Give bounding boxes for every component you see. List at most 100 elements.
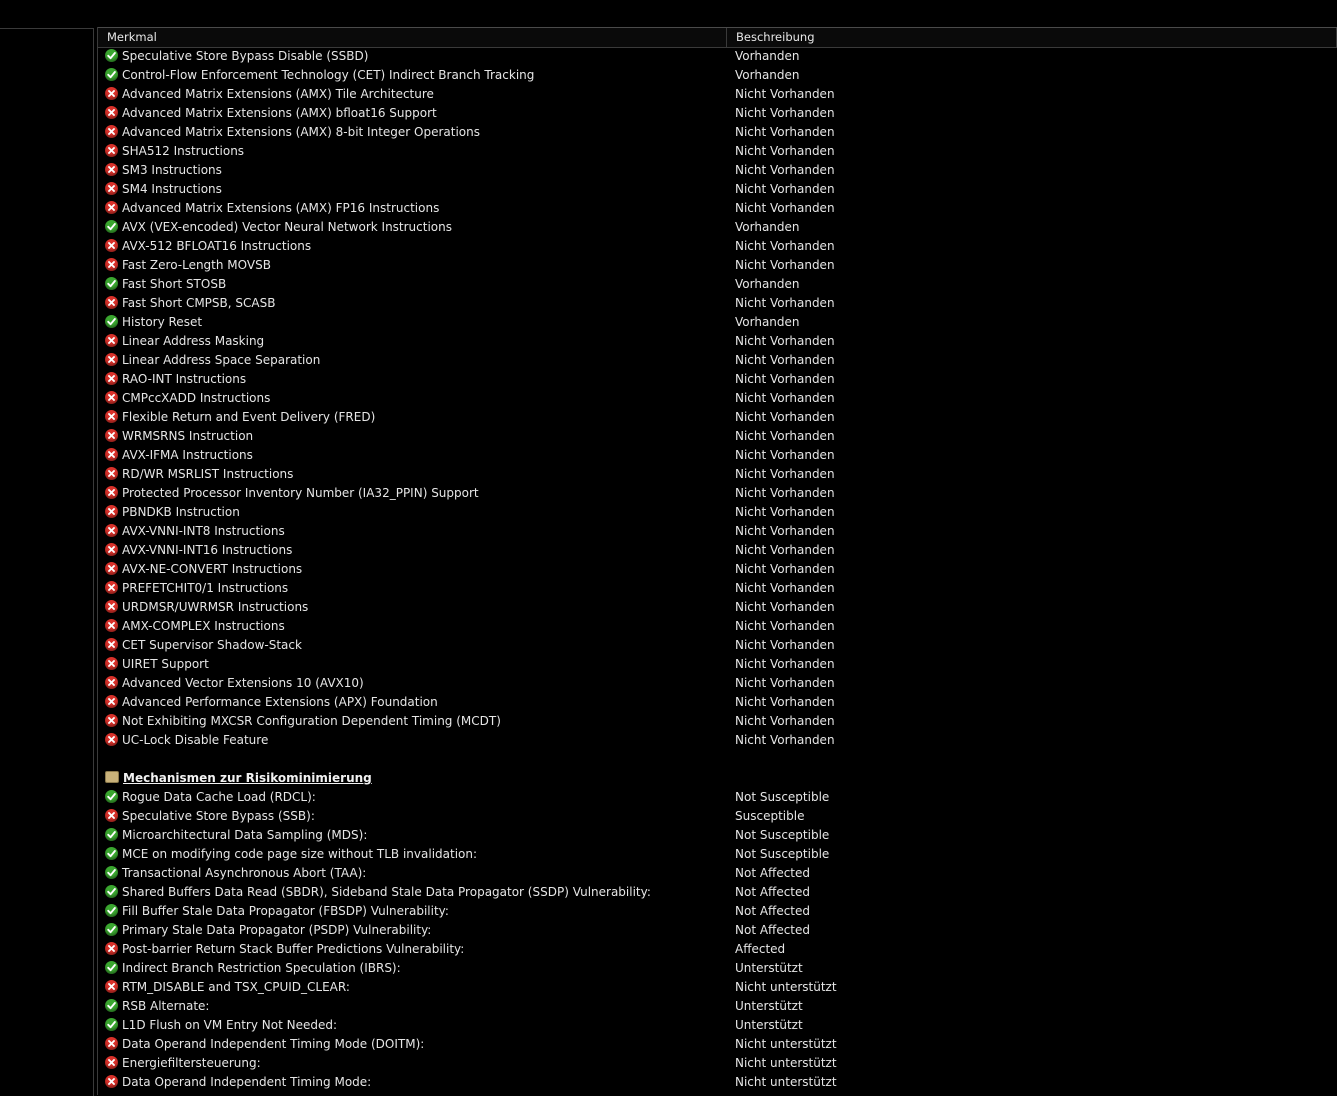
feature-row[interactable]: Fast Zero-Length MOVSB Nicht Vorhanden bbox=[98, 256, 1337, 275]
feature-cell: Shared Buffers Data Read (SBDR), Sideban… bbox=[105, 883, 651, 902]
mitigation-row[interactable]: Shared Buffers Data Read (SBDR), Sideban… bbox=[98, 883, 1337, 902]
feature-cell: AMX-COMPLEX Instructions bbox=[105, 617, 285, 636]
feature-cell: Linear Address Space Separation bbox=[105, 351, 320, 370]
feature-value: Nicht unterstützt bbox=[735, 980, 837, 994]
cross-icon bbox=[105, 1075, 118, 1088]
mitigation-row[interactable]: Data Operand Independent Timing Mode: Nic… bbox=[98, 1073, 1337, 1092]
feature-row[interactable]: Fast Short CMPSB, SCASB Nicht Vorhanden bbox=[98, 294, 1337, 313]
feature-value: Nicht Vorhanden bbox=[735, 429, 835, 443]
mitigation-row[interactable]: Primary Stale Data Propagator (PSDP) Vul… bbox=[98, 921, 1337, 940]
mitigation-row[interactable]: Indirect Branch Restriction Speculation … bbox=[98, 959, 1337, 978]
feature-value: Vorhanden bbox=[735, 277, 800, 291]
feature-cell: Advanced Matrix Extensions (AMX) Tile Ar… bbox=[105, 85, 434, 104]
feature-row[interactable]: AVX-IFMA Instructions Nicht Vorhanden bbox=[98, 446, 1337, 465]
check-icon bbox=[105, 828, 118, 841]
check-icon bbox=[105, 999, 118, 1012]
feature-row[interactable]: Advanced Matrix Extensions (AMX) 8-bit I… bbox=[98, 123, 1337, 142]
feature-row[interactable]: CMPccXADD Instructions Nicht Vorhanden bbox=[98, 389, 1337, 408]
cross-icon bbox=[105, 942, 118, 955]
feature-row[interactable]: Not Exhibiting MXCSR Configuration Depen… bbox=[98, 712, 1337, 731]
feature-row[interactable]: AVX-512 BFLOAT16 Instructions Nicht Vorha… bbox=[98, 237, 1337, 256]
cross-icon bbox=[105, 486, 118, 499]
column-header-beschreibung[interactable]: Beschreibung bbox=[727, 28, 1337, 47]
cross-icon bbox=[105, 372, 118, 385]
feature-value: Affected bbox=[735, 942, 786, 956]
feature-value: Nicht Vorhanden bbox=[735, 505, 835, 519]
feature-cell: Microarchitectural Data Sampling (MDS): bbox=[105, 826, 367, 845]
mitigation-row[interactable]: Transactional Asynchronous Abort (TAA): N… bbox=[98, 864, 1337, 883]
feature-name: AVX (VEX-encoded) Vector Neural Network … bbox=[122, 220, 452, 234]
feature-row[interactable]: Protected Processor Inventory Number (IA… bbox=[98, 484, 1337, 503]
feature-name: Fast Short STOSB bbox=[122, 277, 227, 291]
mitigation-row[interactable]: L1D Flush on VM Entry Not Needed: Unterst… bbox=[98, 1016, 1337, 1035]
feature-value: Nicht unterstützt bbox=[735, 1037, 837, 1051]
feature-row[interactable]: PREFETCHIT0/1 Instructions Nicht Vorhande… bbox=[98, 579, 1337, 598]
feature-row[interactable]: RD/WR MSRLIST Instructions Nicht Vorhande… bbox=[98, 465, 1337, 484]
feature-row[interactable]: Speculative Store Bypass Disable (SSBD) V… bbox=[98, 47, 1337, 66]
feature-value: Susceptible bbox=[735, 809, 805, 823]
feature-cell: Speculative Store Bypass Disable (SSBD) bbox=[105, 47, 368, 66]
feature-row[interactable]: SM4 Instructions Nicht Vorhanden bbox=[98, 180, 1337, 199]
feature-row[interactable]: AVX (VEX-encoded) Vector Neural Network … bbox=[98, 218, 1337, 237]
mitigation-row[interactable]: Energiefiltersteuerung: Nicht unterstützt bbox=[98, 1054, 1337, 1073]
mitigation-row[interactable]: Speculative Store Bypass (SSB): Susceptib… bbox=[98, 807, 1337, 826]
feature-row[interactable]: AMX-COMPLEX Instructions Nicht Vorhanden bbox=[98, 617, 1337, 636]
feature-row[interactable]: UIRET Support Nicht Vorhanden bbox=[98, 655, 1337, 674]
feature-row[interactable]: Advanced Performance Extensions (APX) Fo… bbox=[98, 693, 1337, 712]
feature-row[interactable]: URDMSR/UWRMSR Instructions Nicht Vorhande… bbox=[98, 598, 1337, 617]
feature-row[interactable]: WRMSRNS Instruction Nicht Vorhanden bbox=[98, 427, 1337, 446]
cross-icon bbox=[105, 980, 118, 993]
feature-cell: L1D Flush on VM Entry Not Needed: bbox=[105, 1016, 337, 1035]
feature-name: WRMSRNS Instruction bbox=[122, 429, 254, 443]
feature-row[interactable]: Advanced Vector Extensions 10 (AVX10) Nic… bbox=[98, 674, 1337, 693]
feature-row[interactable]: Advanced Matrix Extensions (AMX) bfloat1… bbox=[98, 104, 1337, 123]
mitigation-row[interactable]: Microarchitectural Data Sampling (MDS): N… bbox=[98, 826, 1337, 845]
column-header-merkmal[interactable]: Merkmal bbox=[98, 28, 727, 47]
feature-row[interactable]: Flexible Return and Event Delivery (FRED… bbox=[98, 408, 1337, 427]
check-icon bbox=[105, 923, 118, 936]
section-header-row[interactable]: Mechanismen zur Risikominimierung bbox=[98, 769, 1337, 788]
feature-row[interactable]: AVX-NE-CONVERT Instructions Nicht Vorhand… bbox=[98, 560, 1337, 579]
feature-row[interactable]: Advanced Matrix Extensions (AMX) Tile Ar… bbox=[98, 85, 1337, 104]
feature-row[interactable]: Linear Address Masking Nicht Vorhanden bbox=[98, 332, 1337, 351]
mitigation-row[interactable]: MCE on modifying code page size without … bbox=[98, 845, 1337, 864]
navigation-tree-pane[interactable] bbox=[0, 28, 94, 1096]
cross-icon bbox=[105, 1056, 118, 1069]
mitigation-row[interactable]: RTM_DISABLE and TSX_CPUID_CLEAR: Nicht un… bbox=[98, 978, 1337, 997]
feature-value: Nicht Vorhanden bbox=[735, 600, 835, 614]
feature-row[interactable]: SHA512 Instructions Nicht Vorhanden bbox=[98, 142, 1337, 161]
mitigation-row[interactable]: Fill Buffer Stale Data Propagator (FBSDP… bbox=[98, 902, 1337, 921]
feature-row[interactable]: AVX-VNNI-INT16 Instructions Nicht Vorhand… bbox=[98, 541, 1337, 560]
mitigation-row[interactable]: Data Operand Independent Timing Mode (DO… bbox=[98, 1035, 1337, 1054]
feature-row[interactable]: PBNDKB Instruction Nicht Vorhanden bbox=[98, 503, 1337, 522]
details-list-pane[interactable]: Merkmal Beschreibung Speculative Store B… bbox=[97, 27, 1337, 1095]
feature-value: Vorhanden bbox=[735, 49, 800, 63]
mitigation-row[interactable]: RSB Alternate: Unterstützt bbox=[98, 997, 1337, 1016]
feature-row[interactable]: SM3 Instructions Nicht Vorhanden bbox=[98, 161, 1337, 180]
feature-name: RTM_DISABLE and TSX_CPUID_CLEAR: bbox=[122, 980, 350, 994]
feature-row[interactable]: RAO-INT Instructions Nicht Vorhanden bbox=[98, 370, 1337, 389]
feature-row[interactable]: Linear Address Space Separation Nicht Vor… bbox=[98, 351, 1337, 370]
feature-cell: Rogue Data Cache Load (RDCL): bbox=[105, 788, 316, 807]
feature-row[interactable]: Advanced Matrix Extensions (AMX) FP16 In… bbox=[98, 199, 1337, 218]
feature-row[interactable]: Control-Flow Enforcement Technology (CET… bbox=[98, 66, 1337, 85]
feature-value: Nicht Vorhanden bbox=[735, 182, 835, 196]
feature-cell: Fast Zero-Length MOVSB bbox=[105, 256, 271, 275]
check-icon bbox=[105, 904, 118, 917]
feature-row[interactable]: Fast Short STOSB Vorhanden bbox=[98, 275, 1337, 294]
feature-name: Energiefiltersteuerung: bbox=[122, 1056, 261, 1070]
feature-value: Nicht Vorhanden bbox=[735, 695, 835, 709]
mitigation-row[interactable]: Post-barrier Return Stack Buffer Predict… bbox=[98, 940, 1337, 959]
feature-list: Speculative Store Bypass Disable (SSBD) V… bbox=[98, 47, 1337, 1092]
mitigation-row[interactable]: Rogue Data Cache Load (RDCL): Not Suscept… bbox=[98, 788, 1337, 807]
feature-row[interactable]: History Reset Vorhanden bbox=[98, 313, 1337, 332]
feature-value: Nicht unterstützt bbox=[735, 1075, 837, 1089]
feature-row[interactable]: CET Supervisor Shadow-Stack Nicht Vorhand… bbox=[98, 636, 1337, 655]
feature-name: PREFETCHIT0/1 Instructions bbox=[122, 581, 289, 595]
feature-cell: RSB Alternate: bbox=[105, 997, 209, 1016]
feature-name: Control-Flow Enforcement Technology (CET… bbox=[122, 68, 535, 82]
feature-row[interactable]: AVX-VNNI-INT8 Instructions Nicht Vorhande… bbox=[98, 522, 1337, 541]
feature-name: Advanced Vector Extensions 10 (AVX10) bbox=[122, 676, 364, 690]
cross-icon bbox=[105, 448, 118, 461]
feature-row[interactable]: UC-Lock Disable Feature Nicht Vorhanden bbox=[98, 731, 1337, 750]
